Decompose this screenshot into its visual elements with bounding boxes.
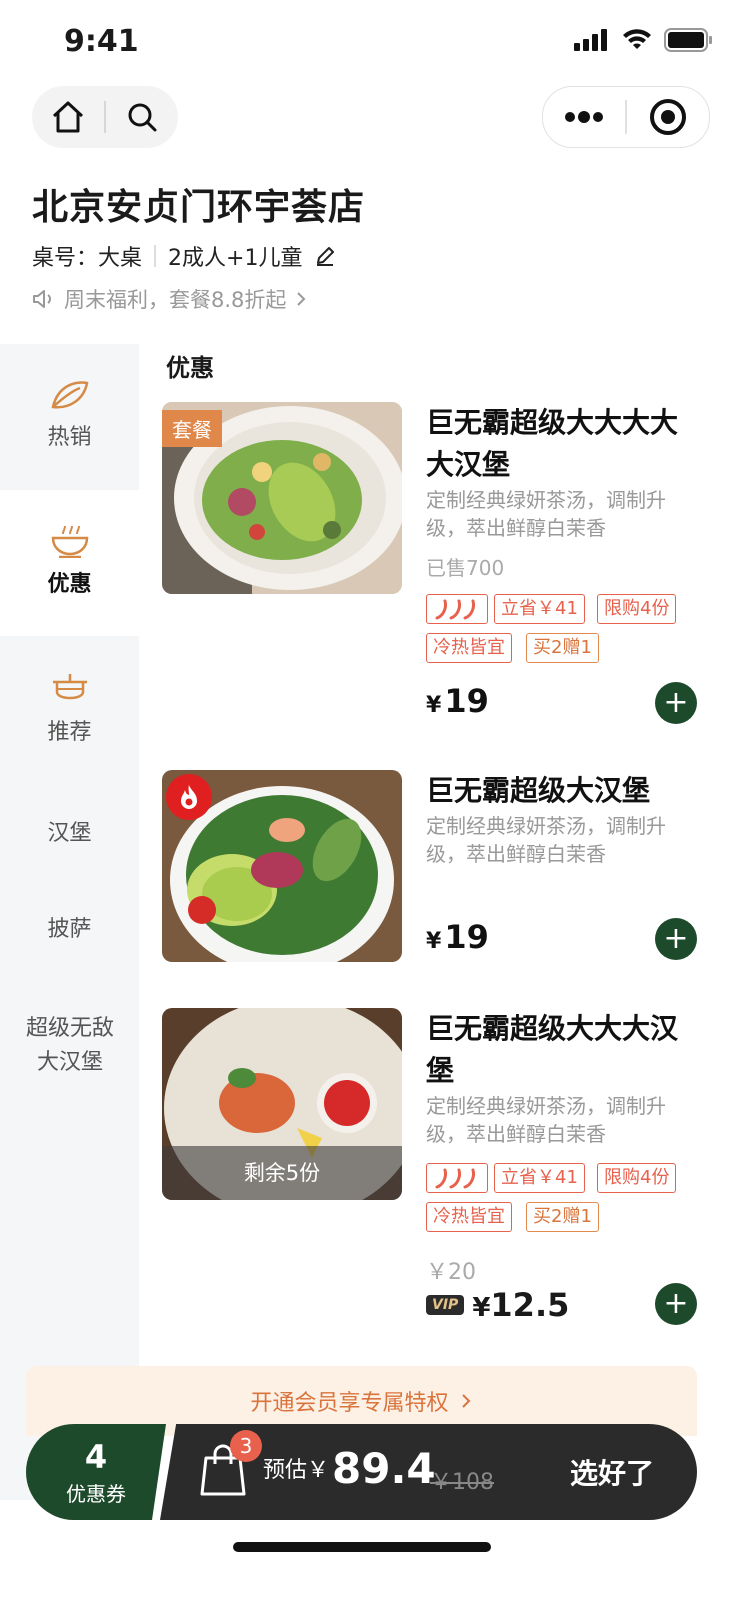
vip-price: VIP ¥12.5 [426,1286,569,1324]
spice-level-tag [426,1163,488,1193]
sidebar-item-label: 优惠 [47,572,92,597]
remaining-stock: 剩余5份 [162,1146,402,1200]
combo-badge: 套餐 [162,410,222,447]
discount-tag: 立省￥41 [494,1163,585,1193]
flame-icon [181,785,197,809]
chili-icon [435,1168,475,1189]
search-button[interactable] [106,86,178,148]
coupon-label: 优惠券 [66,1482,126,1506]
product-title[interactable]: 巨无霸超级大大大大大汉堡 [426,402,696,486]
vip-price-value: 12.5 [490,1286,570,1324]
coupon-count: 4 [84,1438,108,1476]
sidebar-item-burger[interactable]: 汉堡 [0,786,139,882]
bowl-icon [51,525,88,558]
category-sidebar: 热销 优惠 推荐 汉堡 披萨 超级无敌大汉堡 [0,344,139,1500]
party-size: 2成人+1儿童 [168,246,303,271]
limit-tag: 限购4份 [597,594,677,624]
product-image[interactable]: 剩余5份 [162,1008,402,1200]
target-icon [650,99,686,135]
table-info[interactable]: 桌号：大桌 2成人+1儿童 [32,240,336,272]
section-title: 优惠 [166,354,214,382]
hot-badge [166,774,212,820]
temperature-tag: 冷热皆宜 [426,1202,512,1232]
speaker-icon [33,290,51,308]
product-price: ¥19 [426,682,489,720]
price-value: 19 [444,918,489,956]
search-icon [128,103,157,132]
home-button[interactable] [32,86,104,148]
signal-icon [574,29,607,51]
limit-tag: 限购4份 [597,1163,677,1193]
more-button[interactable] [543,87,625,147]
add-to-cart-button[interactable]: + [655,1283,697,1325]
pot-icon [52,674,87,700]
sidebar-item-pizza[interactable]: 披萨 [0,882,139,978]
sidebar-item-recommend[interactable]: 推荐 [0,636,139,786]
currency: ¥ [472,1293,491,1323]
nav-capsule [32,86,178,148]
sidebar-item-label: 披萨 [47,917,92,942]
plus-icon: + [663,1286,689,1321]
temperature-tag: 冷热皆宜 [426,633,512,663]
promo-notice[interactable]: 周末福利，套餐8.8折起 [32,284,308,314]
sold-count: 已售700 [426,556,505,580]
plus-icon: + [663,921,689,956]
discount-tag: 立省￥41 [494,594,585,624]
chevron-right-icon [297,292,306,306]
miniapp-capsule [542,86,710,148]
table-label: 桌号：大桌 [32,246,143,271]
spice-level-tag [426,594,488,624]
divider [154,245,157,267]
status-icons [574,28,714,52]
add-to-cart-button[interactable]: + [655,682,697,724]
product-title[interactable]: 巨无霸超级大大大汉堡 [426,1008,696,1092]
plus-icon: + [663,685,689,720]
sidebar-item-label: 超级无敌大汉堡 [25,1016,114,1075]
cart-count-badge: 3 [230,1430,262,1462]
promo-tag: 买2赠1 [526,1202,599,1232]
original-price: ￥20 [426,1260,476,1285]
product-title[interactable]: 巨无霸超级大汉堡 [426,770,696,812]
checkout-button[interactable]: 选好了 [570,1452,654,1492]
notice-text: 周末福利，套餐8.8折起 [64,288,287,312]
sidebar-item-label: 推荐 [47,720,92,745]
add-to-cart-button[interactable]: + [655,918,697,960]
sidebar-item-label: 汉堡 [47,821,92,846]
currency: ¥ [426,693,442,718]
chevron-right-icon [461,1394,470,1408]
sidebar-item-hot[interactable]: 热销 [0,344,139,490]
store-name: 北京安贞门环宇荟店 [32,187,366,228]
product-description: 定制经典绿妍茶汤，调制升级，萃出鲜醇白茉香 [426,1094,666,1146]
cart-bar[interactable]: 3 预估￥ 89.4 ￥108 选好了 [160,1424,697,1520]
wifi-icon [623,29,651,49]
product-image[interactable]: 套餐 [162,402,402,594]
product-description: 定制经典绿妍茶汤，调制升级，萃出鲜醇白茉香 [426,488,666,540]
original-total: ￥108 [430,1470,494,1495]
product-price: ¥19 [426,918,489,956]
currency: ¥ [426,929,442,954]
sidebar-item-deals[interactable]: 优惠 [0,490,139,636]
close-miniapp-button[interactable] [627,87,709,147]
cart-total: 89.4 [332,1444,436,1493]
home-icon [52,101,84,133]
promo-tag: 买2赠1 [526,633,599,663]
more-icon [565,111,603,123]
home-indicator [233,1542,491,1552]
vip-badge: VIP [426,1295,465,1315]
estimate-label: 预估￥ [263,1458,330,1483]
membership-label: 开通会员享专属特权 [250,1391,449,1416]
edit-icon[interactable] [314,245,336,267]
battery-icon [664,28,712,52]
product-image[interactable] [162,770,402,962]
leaf-icon [50,381,88,409]
status-time: 9:41 [64,24,139,59]
coupon-button[interactable]: 4 优惠券 [26,1424,166,1520]
price-value: 19 [444,682,489,720]
sidebar-item-label: 热销 [47,425,92,450]
chili-icon [435,599,475,620]
product-description: 定制经典绿妍茶汤，调制升级，萃出鲜醇白茉香 [426,814,666,866]
sidebar-item-super-burger[interactable]: 超级无敌大汉堡 [20,1000,120,1092]
